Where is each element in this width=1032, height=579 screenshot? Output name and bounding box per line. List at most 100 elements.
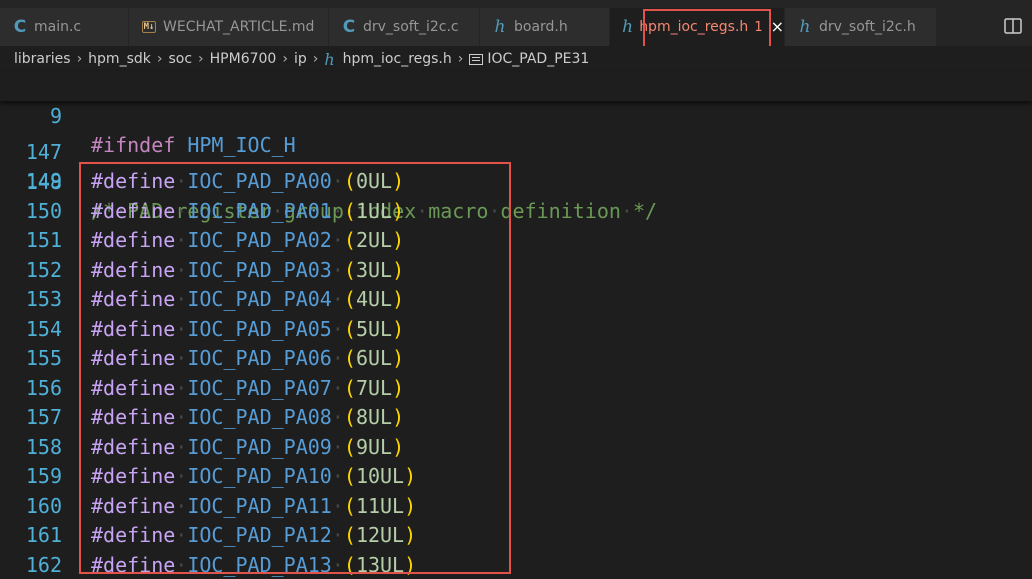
macro-value: 5UL — [355, 316, 393, 341]
macro-identifier: IOC_PAD_PA06 — [187, 346, 332, 370]
line-content: #define·IOC_PAD_PA11·(11UL) — [91, 493, 417, 518]
code-line: 157 #define·IOC_PAD_PA08·(8UL) — [0, 403, 1032, 433]
tab-drv-soft-i2c-c[interactable]: C drv_soft_i2c.c — [329, 8, 480, 46]
code-line: 9 #ifndef HPM_IOC_H — [0, 72, 1032, 158]
macro-identifier: IOC_PAD_PA00 — [187, 169, 332, 193]
line-number: 156 — [25, 375, 62, 400]
symbol-constant-icon — [469, 53, 484, 65]
macro-value: 7UL — [355, 375, 393, 400]
close-icon[interactable]: × — [771, 19, 784, 35]
line-content: #define·IOC_PAD_PA01·(1UL) — [91, 198, 405, 223]
line-content: #define·IOC_PAD_PA08·(8UL) — [91, 405, 405, 429]
sticky-scroll-header[interactable]: 9 #ifndef HPM_IOC_H — [0, 72, 1032, 158]
line-number: 158 — [25, 434, 62, 459]
tab-board-h[interactable]: h board.h — [480, 8, 610, 46]
breadcrumb-item-ip[interactable]: ip — [294, 51, 307, 67]
line-number: 155 — [25, 346, 62, 370]
c-file-icon: C — [342, 17, 356, 37]
problem-count-badge: 1 — [754, 19, 763, 35]
tab-main-c[interactable]: C main.c — [0, 8, 129, 46]
line-content: #define·IOC_PAD_PA10·(10UL) — [91, 464, 417, 488]
h-file-icon: h — [494, 17, 506, 37]
macro-value: 11UL — [355, 493, 405, 518]
markdown-file-icon: M↓ — [141, 21, 157, 33]
tab-label: drv_soft_i2c.h — [819, 19, 916, 35]
macro-value: 2UL — [355, 228, 393, 252]
preprocessor-keyword: #define — [91, 434, 176, 459]
line-content: #define·IOC_PAD_PA09·(9UL) — [91, 434, 405, 459]
macro-value: 13UL — [355, 552, 405, 577]
tab-label: WECHAT_ARTICLE.md — [163, 19, 315, 35]
vscode-window: C main.c M↓ WECHAT_ARTICLE.md C drv_soft… — [0, 0, 1032, 579]
tab-hpm-ioc-regs-h[interactable]: h hpm_ioc_regs.h 1 × — [610, 8, 785, 46]
breadcrumb-item-soc[interactable]: soc — [168, 51, 192, 67]
macro-identifier: IOC_PAD_PA02 — [187, 228, 332, 252]
macro-value: 3UL — [355, 257, 393, 282]
preprocessor-keyword: #define — [91, 287, 176, 311]
line-number: 157 — [25, 405, 62, 429]
code-line: 150 #define·IOC_PAD_PA01·(1UL) — [0, 197, 1032, 227]
line-content: #define·IOC_PAD_PA06·(6UL) — [91, 346, 405, 370]
chevron-right-icon: › — [457, 51, 464, 67]
tab-wechat-article-md[interactable]: M↓ WECHAT_ARTICLE.md — [129, 8, 329, 46]
line-content: #define·IOC_PAD_PA12·(12UL) — [91, 523, 417, 547]
macro-identifier: IOC_PAD_PA09 — [187, 434, 332, 459]
breadcrumb-item-file[interactable]: hpm_ioc_regs.h — [343, 51, 452, 67]
macro-identifier: HPM_IOC_H — [187, 133, 296, 157]
code-line: 160 #define·IOC_PAD_PA11·(11UL) — [0, 492, 1032, 522]
preprocessor-keyword: #define — [91, 198, 176, 223]
line-content: #define·IOC_PAD_PA03·(3UL) — [91, 257, 405, 282]
macro-value: 0UL — [355, 169, 393, 193]
line-content: #define·IOC_PAD_PA05·(5UL) — [91, 316, 405, 341]
tab-drv-soft-i2c-h[interactable]: h drv_soft_i2c.h — [785, 8, 937, 46]
h-file-icon: h — [324, 49, 335, 69]
tab-label: drv_soft_i2c.c — [363, 19, 459, 35]
breadcrumb-item-hpm-sdk[interactable]: hpm_sdk — [88, 51, 151, 67]
breadcrumb-item-libraries[interactable]: libraries — [14, 51, 71, 67]
line-number: 162 — [25, 552, 62, 577]
code-line: 156 #define·IOC_PAD_PA07·(7UL) — [0, 374, 1032, 404]
line-content: #define·IOC_PAD_PA13·(13UL) — [91, 552, 417, 577]
macro-identifier: IOC_PAD_PA04 — [187, 287, 332, 311]
h-file-icon: h — [622, 17, 634, 37]
breadcrumb-item-symbol[interactable]: IOC_PAD_PE31 — [487, 51, 589, 67]
preprocessor-keyword: #define — [91, 346, 176, 370]
line-number: 9 — [49, 103, 62, 128]
chevron-right-icon: › — [156, 51, 163, 67]
line-number: 160 — [25, 493, 62, 518]
line-content: #define·IOC_PAD_PA04·(4UL) — [91, 287, 405, 311]
macro-value: 12UL — [355, 523, 405, 547]
code-line: 153 #define·IOC_PAD_PA04·(4UL) — [0, 285, 1032, 315]
preprocessor-keyword: #define — [91, 228, 176, 252]
tab-label: hpm_ioc_regs.h — [639, 19, 749, 35]
macro-identifier: IOC_PAD_PA03 — [187, 257, 332, 282]
editor-tab-bar: C main.c M↓ WECHAT_ARTICLE.md C drv_soft… — [0, 0, 1032, 46]
preprocessor-keyword: #define — [91, 464, 176, 488]
preprocessor-keyword: #define — [91, 169, 176, 193]
chevron-right-icon: › — [282, 51, 288, 67]
preprocessor-keyword: #define — [91, 523, 176, 547]
split-editor-icon[interactable] — [1004, 18, 1022, 34]
code-line: 151 #define·IOC_PAD_PA02·(2UL) — [0, 226, 1032, 256]
macro-identifier: IOC_PAD_PA05 — [187, 316, 332, 341]
macro-identifier: IOC_PAD_PA08 — [187, 405, 332, 429]
tab-label: main.c — [34, 19, 82, 35]
code-line: 152 #define·IOC_PAD_PA03·(3UL) — [0, 256, 1032, 286]
code-line: 161 #define·IOC_PAD_PA12·(12UL) — [0, 521, 1032, 551]
code-editor[interactable]: 9 #ifndef HPM_IOC_H 147 148 /*·PAD·regis… — [0, 72, 1032, 579]
line-content: #define·IOC_PAD_PA00·(0UL) — [91, 169, 405, 193]
preprocessor-keyword: #define — [91, 375, 176, 400]
chevron-right-icon: › — [76, 51, 83, 67]
code-line: 155 #define·IOC_PAD_PA06·(6UL) — [0, 344, 1032, 374]
breadcrumb-item-hpm6700[interactable]: HPM6700 — [210, 51, 277, 67]
line-number: 150 — [25, 198, 62, 223]
macro-identifier: IOC_PAD_PA12 — [187, 523, 332, 547]
h-file-icon: h — [799, 17, 811, 37]
macro-value: 1UL — [355, 198, 393, 223]
code-line: 159 #define·IOC_PAD_PA10·(10UL) — [0, 462, 1032, 492]
macro-identifier: IOC_PAD_PA13 — [187, 552, 332, 577]
preprocessor-keyword: #define — [91, 316, 176, 341]
breadcrumb: libraries › hpm_sdk › soc › HPM6700 › ip… — [0, 46, 1032, 72]
code-line: 162 #define·IOC_PAD_PA13·(13UL) — [0, 551, 1032, 579]
macro-value: 10UL — [355, 464, 405, 488]
